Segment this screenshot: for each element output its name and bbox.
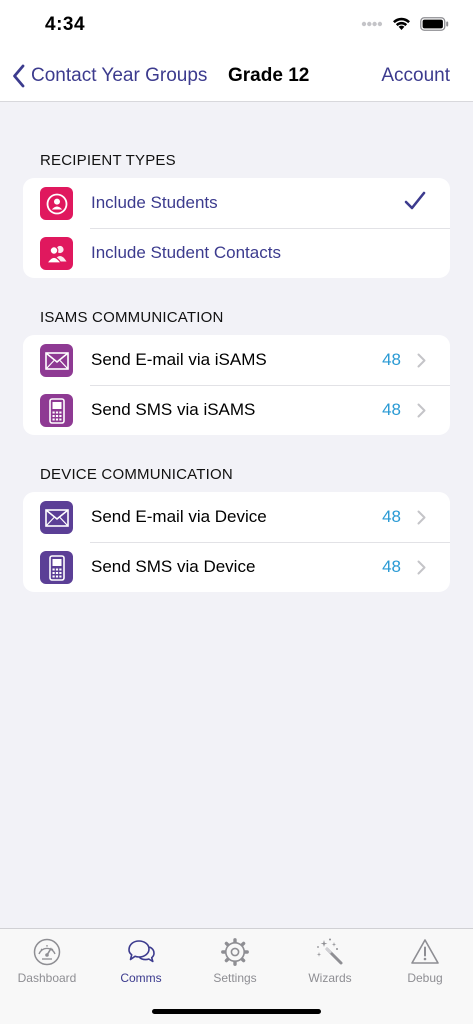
gear-icon: [221, 938, 249, 966]
send-email-isams-row[interactable]: Send E-mail via iSAMS 48: [23, 335, 450, 385]
chat-bubbles-icon: [128, 940, 155, 963]
envelope-icon: [40, 501, 73, 534]
send-sms-device-row[interactable]: Send SMS via Device 48: [23, 542, 450, 592]
tab-dashboard[interactable]: Dashboard: [0, 937, 94, 997]
section-header-device-communication: DEVICE COMMUNICATION: [40, 466, 233, 483]
send-sms-isams-row[interactable]: Send SMS via iSAMS 48: [23, 385, 450, 435]
home-indicator: [152, 1009, 321, 1014]
back-button[interactable]: Contact Year Groups: [12, 62, 207, 90]
tab-settings[interactable]: Settings: [188, 937, 282, 997]
recipient-count: 48: [382, 507, 401, 526]
chevron-right-icon: [417, 510, 426, 525]
status-time: 4:34: [45, 14, 86, 35]
section-header-isams-communication: ISAMS COMMUNICATION: [40, 309, 224, 326]
send-sms-device-label: Send SMS via Device: [91, 557, 256, 576]
include-students-row[interactable]: Include Students: [23, 178, 450, 228]
chevron-right-icon: [417, 353, 426, 368]
include-students-label: Include Students: [91, 193, 218, 212]
tab-comms[interactable]: Comms: [94, 937, 188, 997]
chevron-right-icon: [417, 403, 426, 418]
warning-icon: [411, 939, 439, 964]
page-title: Grade 12: [228, 65, 310, 86]
back-button-label: Contact Year Groups: [31, 65, 208, 86]
device-communication-group: Send E-mail via Device 48 Send SMS via D…: [23, 492, 450, 592]
wifi-icon: [393, 17, 410, 30]
mobile-phone-icon: [40, 551, 73, 584]
checkmark-icon: [404, 191, 426, 210]
battery-icon: [420, 16, 449, 31]
screen: 4:34 Contact Year Groups Grade 12 Accoun…: [0, 0, 473, 1024]
cellular-signal-icon: [361, 21, 383, 26]
tab-wizards-label: Wizards: [308, 971, 352, 985]
isams-communication-group: Send E-mail via iSAMS 48 Send SMS via iS…: [23, 335, 450, 435]
tab-debug[interactable]: Debug: [378, 937, 472, 997]
account-button[interactable]: Account: [381, 65, 450, 87]
tab-dashboard-label: Dashboard: [17, 971, 77, 985]
include-student-contacts-row[interactable]: Include Student Contacts: [23, 228, 450, 278]
recipient-count: 48: [382, 350, 401, 369]
include-student-contacts-label: Include Student Contacts: [91, 243, 281, 262]
recipient-types-group: Include Students Include Student Contact…: [23, 178, 450, 278]
tab-debug-label: Debug: [407, 971, 443, 985]
envelope-icon: [40, 344, 73, 377]
speedometer-icon: [33, 938, 61, 966]
recipient-count: 48: [382, 557, 401, 576]
chevron-right-icon: [417, 560, 426, 575]
status-icons: [361, 16, 449, 31]
navigation-bar: Contact Year Groups Grade 12 Account: [0, 52, 473, 102]
student-contacts-icon: [40, 237, 73, 270]
send-email-device-row[interactable]: Send E-mail via Device 48: [23, 492, 450, 542]
section-header-recipient-types: RECIPIENT TYPES: [40, 152, 176, 169]
magic-wand-icon: [316, 938, 343, 965]
send-email-isams-label: Send E-mail via iSAMS: [91, 350, 267, 369]
chevron-left-icon: [13, 64, 25, 88]
tab-wizards[interactable]: Wizards: [283, 937, 377, 997]
send-sms-isams-label: Send SMS via iSAMS: [91, 400, 256, 419]
status-bar: 4:34: [0, 0, 473, 52]
mobile-phone-icon: [40, 394, 73, 427]
student-icon: [40, 187, 73, 220]
tab-settings-label: Settings: [213, 971, 257, 985]
tab-comms-label: Comms: [120, 971, 162, 985]
recipient-count: 48: [382, 400, 401, 419]
send-email-device-label: Send E-mail via Device: [91, 507, 267, 526]
